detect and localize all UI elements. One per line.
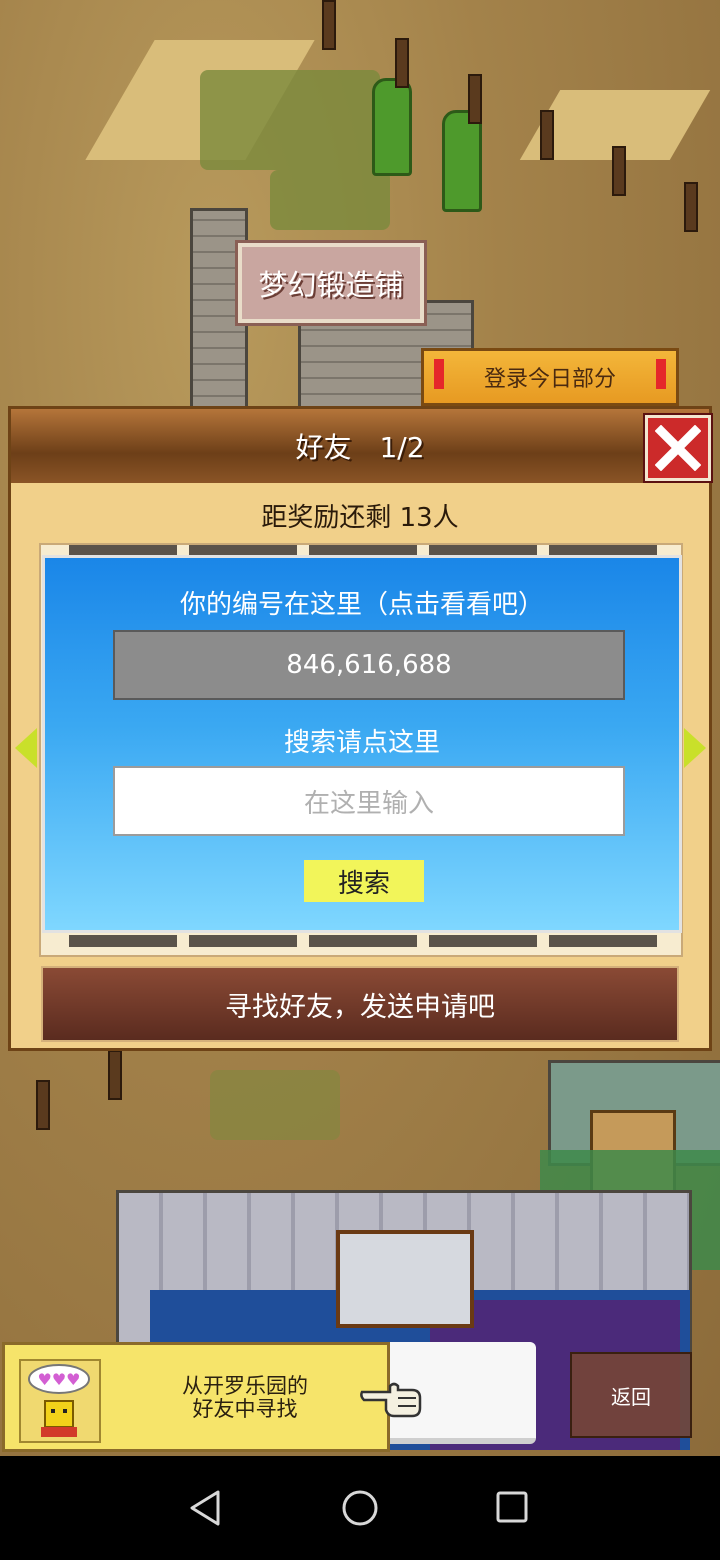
- svg-text:♥♥♥: ♥♥♥: [37, 1370, 80, 1389]
- fence-post: [468, 74, 482, 124]
- list-slot: [549, 935, 657, 947]
- back-button[interactable]: 返回: [570, 1352, 692, 1438]
- id-caption: 你的编号在这里（点击看看吧）: [179, 590, 544, 620]
- exclamation-icon: [656, 359, 666, 389]
- arrow-left-icon[interactable]: [15, 728, 37, 768]
- dialog-header: 好友 1/2: [11, 409, 709, 483]
- friend-search-panel: 你的编号在这里（点击看看吧） 846,616,688 搜索请点这里 在这里输入 …: [42, 555, 682, 933]
- player-id-box[interactable]: 846,616,688: [113, 630, 625, 700]
- find-friends-button[interactable]: 寻找好友，发送申请吧: [41, 966, 679, 1042]
- kairo-line-2: 好友中寻找: [192, 1397, 298, 1421]
- search-input[interactable]: 在这里输入: [113, 766, 625, 836]
- kairo-friends-button[interactable]: ♥♥♥ 从开罗乐园的 好友中寻找: [2, 1342, 390, 1452]
- kairo-friends-text: 从开罗乐园的 好友中寻找: [135, 1375, 355, 1421]
- list-slot: [309, 935, 417, 947]
- cactus: [372, 78, 412, 176]
- close-icon: [655, 425, 701, 471]
- close-button[interactable]: [643, 413, 713, 483]
- kairo-avatar-icon: ♥♥♥: [19, 1359, 101, 1443]
- list-slot: [69, 935, 177, 947]
- fence-post: [540, 110, 554, 160]
- fence-post: [36, 1080, 50, 1130]
- fence-post: [684, 182, 698, 232]
- nav-back-icon[interactable]: [182, 1486, 230, 1530]
- arrow-right-icon[interactable]: [684, 728, 706, 768]
- crop-field: [200, 70, 380, 170]
- fence-post: [108, 1050, 122, 1100]
- player-id-value: 846,616,688: [286, 650, 452, 680]
- fence-post: [395, 38, 409, 88]
- search-button[interactable]: 搜索: [304, 860, 424, 902]
- hand-pointer-icon: [360, 1382, 422, 1418]
- search-placeholder: 在这里输入: [303, 788, 434, 819]
- exclamation-icon: [434, 359, 444, 389]
- fence-post: [612, 146, 626, 196]
- kairo-line-1: 从开罗乐园的: [182, 1374, 308, 1398]
- bed: [336, 1230, 474, 1328]
- fence-post: [322, 0, 336, 50]
- shop-sign[interactable]: 梦幻锻造铺: [235, 240, 427, 326]
- list-slot: [189, 935, 297, 947]
- friends-dialog: 好友 1/2 距奖励还剩 13人 你的编号在这里（点击看看吧） 846,616,…: [8, 406, 713, 1051]
- search-button-label: 搜索: [337, 868, 390, 899]
- shop-sign-label: 梦幻锻造铺: [258, 268, 404, 302]
- login-banner-label: 登录今日部分: [483, 367, 616, 392]
- list-slot: [429, 935, 537, 947]
- system-nav-bar: [0, 1456, 720, 1560]
- grass-patch: [210, 1070, 340, 1140]
- reward-progress-text: 距奖励还剩 13人: [261, 503, 459, 533]
- cactus: [442, 110, 482, 212]
- nav-recents-icon[interactable]: [488, 1486, 536, 1530]
- search-caption: 搜索请点这里: [283, 728, 440, 758]
- dialog-title: 好友 1/2: [295, 431, 425, 464]
- nav-home-icon[interactable]: [336, 1486, 384, 1530]
- find-friends-label: 寻找好友，发送申请吧: [225, 991, 495, 1023]
- crop-field: [270, 170, 390, 230]
- back-button-label: 返回: [611, 1384, 651, 1409]
- login-banner[interactable]: 登录今日部分: [421, 348, 679, 406]
